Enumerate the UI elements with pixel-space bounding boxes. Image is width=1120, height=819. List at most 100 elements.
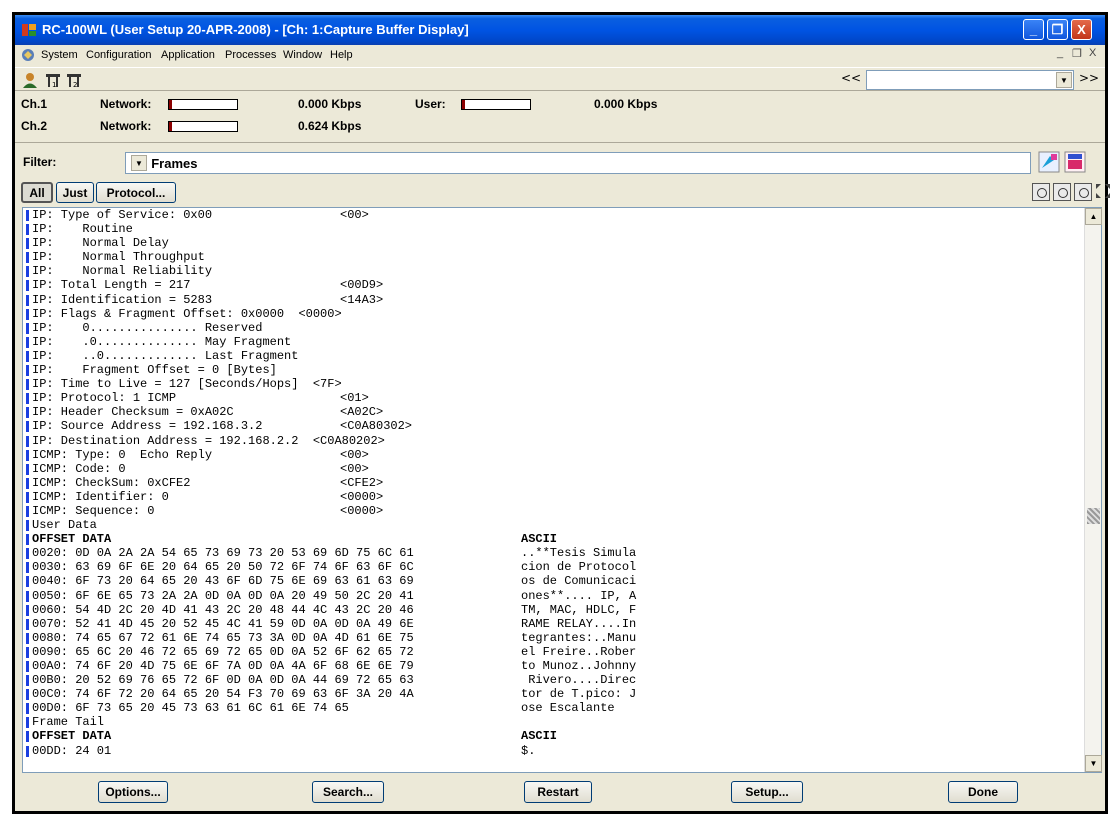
decode-line[interactable]: ICMP: CheckSum: 0xCFE2 <CFE2> — [23, 476, 1085, 490]
menu-configuration[interactable]: Configuration — [86, 49, 151, 61]
decode-line[interactable]: 0090: 65 6C 20 46 72 65 69 72 65 0D 0A 5… — [23, 645, 1085, 659]
decode-line-text: IP: Normal Throughput — [32, 250, 205, 265]
title-bar[interactable]: RC-100WL (User Setup 20-APR-2008) - [Ch:… — [15, 15, 1105, 45]
decode-line[interactable]: 0060: 54 4D 2C 20 4D 41 43 2C 20 48 44 4… — [23, 603, 1085, 617]
decode-line-text: IP: 0............... Reserved — [32, 320, 263, 335]
decode-line[interactable]: IP: Total Length = 217 <00D9> — [23, 278, 1085, 292]
ch2-network-meter — [168, 121, 238, 132]
decode-line-text: 00C0: 74 6F 72 20 64 65 20 54 F3 70 69 6… — [32, 687, 414, 702]
mdi-minimize-button[interactable]: _ — [1057, 47, 1063, 59]
zoom-in-icon[interactable] — [1032, 183, 1050, 201]
decode-line[interactable]: 0030: 63 69 6F 6E 20 64 65 20 50 72 6F 7… — [23, 560, 1085, 574]
decode-line[interactable]: IP: Time to Live = 127 [Seconds/Hops] <7… — [23, 377, 1085, 391]
just-button[interactable]: Just — [56, 182, 94, 203]
decode-line[interactable]: IP: Routine — [23, 222, 1085, 236]
close-button[interactable]: X — [1071, 19, 1092, 40]
decode-line[interactable]: 00A0: 74 6F 20 4D 75 6E 6F 7A 0D 0A 4A 6… — [23, 659, 1085, 673]
restart-button[interactable]: Restart — [524, 781, 592, 803]
decode-line[interactable]: 0040: 6F 73 20 64 65 20 43 6F 6D 75 6E 6… — [23, 574, 1085, 588]
decode-line[interactable]: IP: Source Address = 192.168.3.2 <C0A8030… — [23, 419, 1085, 433]
decode-line[interactable]: ICMP: Type: 0 Echo Reply <00> — [23, 448, 1085, 462]
decode-line[interactable]: 00DD: 24 01 $. — [23, 744, 1085, 758]
decode-line-ascii: cion de Protocol — [521, 560, 637, 575]
chevron-down-icon[interactable]: ▼ — [131, 155, 147, 171]
channel-1-icon[interactable]: 1 — [44, 71, 62, 89]
decode-line-ascii: RAME RELAY....In — [521, 616, 637, 631]
decode-line-hex: <00D9> — [340, 278, 384, 293]
decode-line[interactable]: IP: Identification = 5283 <14A3> — [23, 293, 1085, 307]
decode-line[interactable]: 00D0: 6F 73 65 20 45 73 63 61 6C 61 6E 7… — [23, 701, 1085, 715]
capture-buffer-view[interactable]: IP: Type of Service: 0x00 <00> IP: Routine… — [22, 207, 1102, 773]
decode-line-ascii: os de Comunicaci — [521, 574, 637, 589]
channel-2-icon[interactable]: 2 — [65, 71, 83, 89]
decode-line[interactable]: IP: ..0............. Last Fragment — [23, 349, 1085, 363]
zoom-out-icon[interactable] — [1074, 183, 1092, 201]
ch1-user-meter — [461, 99, 531, 110]
scroll-down-icon[interactable]: ▼ — [1085, 755, 1102, 772]
menu-system[interactable]: System — [41, 49, 78, 61]
setup-button[interactable]: Setup... — [731, 781, 803, 803]
decode-line[interactable]: OFFSET DATA ASCII — [23, 532, 1085, 546]
decode-line-text: ICMP: CheckSum: 0xCFE2 — [32, 475, 191, 490]
user-icon[interactable] — [21, 71, 39, 89]
decode-line[interactable]: 00B0: 20 52 69 76 65 72 6F 0D 0A 0D 0A 4… — [23, 673, 1085, 687]
filter-edit-icon[interactable] — [1038, 151, 1060, 173]
decode-line-text: IP: Protocol: 1 ICMP — [32, 391, 177, 406]
prev-button[interactable]: << — [841, 71, 861, 85]
decode-line[interactable]: ICMP: Code: 0 <00> — [23, 462, 1085, 476]
decode-line[interactable]: ICMP: Identifier: 0 <0000> — [23, 490, 1085, 504]
decode-line[interactable]: 0070: 52 41 4D 45 20 52 45 4C 41 59 0D 0… — [23, 617, 1085, 631]
filter-new-icon[interactable] — [1064, 151, 1086, 173]
decode-line[interactable]: IP: Normal Throughput — [23, 250, 1085, 264]
toolbar-combo[interactable]: ▼ — [866, 70, 1074, 90]
decode-line[interactable]: IP: Type of Service: 0x00 <00> — [23, 208, 1085, 222]
decode-line[interactable]: 0050: 6F 6E 65 73 2A 2A 0D 0A 0D 0A 20 4… — [23, 589, 1085, 603]
decode-line[interactable]: IP: 0............... Reserved — [23, 321, 1085, 335]
decode-line[interactable]: IP: Normal Reliability — [23, 264, 1085, 278]
next-button[interactable]: >> — [1079, 71, 1099, 85]
decode-line[interactable]: 00C0: 74 6F 72 20 64 65 20 54 F3 70 69 6… — [23, 687, 1085, 701]
decode-line[interactable]: IP: Fragment Offset = 0 [Bytes] — [23, 363, 1085, 377]
decode-line-text: IP: Normal Reliability — [32, 264, 213, 279]
options-button[interactable]: Options... — [98, 781, 168, 803]
decode-line-ascii: tor de T.pico: J — [521, 687, 637, 702]
all-button[interactable]: All — [21, 182, 53, 203]
decode-line[interactable]: User Data — [23, 518, 1085, 532]
decode-line-ascii: TM, MAC, HDLC, F — [521, 602, 637, 617]
decode-line[interactable]: IP: Flags & Fragment Offset: 0x0000 <000… — [23, 307, 1085, 321]
decode-line-ascii: ose Escalante — [521, 701, 615, 716]
decode-line-hex: <CFE2> — [340, 475, 384, 490]
decode-line[interactable]: IP: Normal Delay — [23, 236, 1085, 250]
ch2-network-label: Network: — [100, 119, 152, 133]
protocol-button[interactable]: Protocol... — [96, 182, 176, 203]
svg-text:2: 2 — [73, 81, 77, 89]
decode-line[interactable]: ICMP: Sequence: 0 <0000> — [23, 504, 1085, 518]
maximize-button[interactable]: ❐ — [1047, 19, 1068, 40]
menu-application[interactable]: Application — [161, 49, 215, 61]
mdi-restore-button[interactable]: ❐ — [1072, 47, 1082, 60]
expand-icon[interactable] — [1095, 183, 1111, 199]
minimize-button[interactable]: _ — [1023, 19, 1044, 40]
status-row-ch2: Ch.2 Network: 0.624 Kbps — [15, 115, 1105, 137]
chevron-down-icon[interactable]: ▼ — [1056, 72, 1072, 88]
mdi-close-button[interactable]: X — [1089, 47, 1096, 59]
decode-line[interactable]: Frame Tail — [23, 715, 1085, 729]
filter-select[interactable]: All Frames ▼ — [125, 152, 1031, 174]
menu-help[interactable]: Help — [330, 49, 353, 61]
system-menu-icon[interactable] — [21, 48, 35, 62]
menu-processes[interactable]: Processes — [225, 49, 276, 61]
zoom-fit-icon[interactable] — [1053, 183, 1071, 201]
search-button[interactable]: Search... — [312, 781, 384, 803]
decode-line[interactable]: 0080: 74 65 67 72 61 6E 74 65 73 3A 0D 0… — [23, 631, 1085, 645]
menu-window[interactable]: Window — [283, 49, 322, 61]
decode-line[interactable]: IP: Header Checksum = 0xA02C <A02C> — [23, 405, 1085, 419]
decode-line[interactable]: IP: .0.............. May Fragment — [23, 335, 1085, 349]
decode-line[interactable]: IP: Protocol: 1 ICMP <01> — [23, 391, 1085, 405]
scroll-up-icon[interactable]: ▲ — [1085, 208, 1102, 225]
decode-line[interactable]: OFFSET DATA ASCII — [23, 729, 1085, 743]
scroll-thumb[interactable] — [1087, 508, 1100, 524]
decode-line[interactable]: 0020: 0D 0A 2A 2A 54 65 73 69 73 20 53 6… — [23, 546, 1085, 560]
done-button[interactable]: Done — [948, 781, 1018, 803]
decode-line[interactable]: IP: Destination Address = 192.168.2.2 <C… — [23, 434, 1085, 448]
vertical-scrollbar[interactable]: ▲ ▼ — [1084, 208, 1102, 772]
